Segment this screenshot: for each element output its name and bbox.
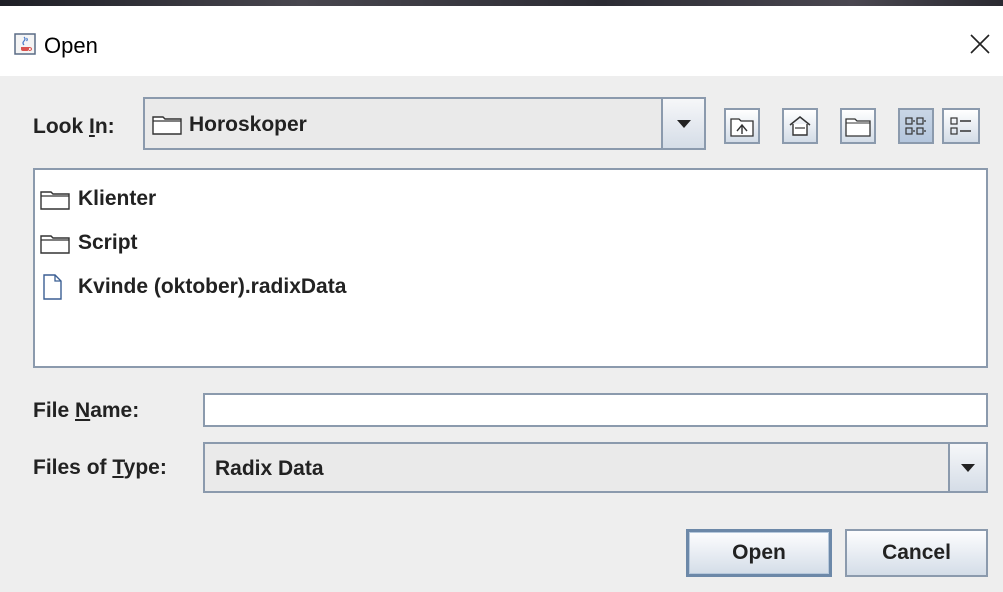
folder-up-icon — [730, 118, 754, 137]
list-view-button[interactable] — [898, 108, 934, 144]
file-list[interactable]: Klienter Script Kvinde (oktober).radixDa… — [33, 168, 988, 368]
look-in-label-post: n: — [94, 115, 115, 138]
list-item-label: Klienter — [78, 187, 157, 210]
details-view-button[interactable] — [942, 108, 980, 144]
look-in-label-pre: Look — [33, 115, 89, 138]
home-icon — [789, 116, 811, 136]
look-in-combo[interactable]: Horoskoper — [143, 97, 706, 150]
file-name-label-post: ame: — [90, 399, 140, 422]
home-button[interactable] — [782, 108, 818, 144]
close-button[interactable] — [962, 26, 998, 62]
open-button[interactable]: Open — [686, 529, 832, 577]
details-view-icon — [950, 117, 971, 135]
file-type-value: Radix Data — [215, 457, 324, 480]
file-name-input[interactable] — [203, 393, 988, 427]
title-bar[interactable]: Open — [0, 6, 1003, 76]
close-icon — [970, 34, 990, 54]
look-in-label: Look In: — [33, 115, 115, 139]
java-app-icon — [14, 33, 36, 55]
list-item-file-kvinde[interactable]: Kvinde (oktober).radixData — [40, 271, 346, 303]
list-item-folder-klienter[interactable]: Klienter — [40, 183, 156, 215]
look-in-value: Horoskoper — [189, 113, 307, 136]
file-type-mnemonic: T — [112, 456, 124, 479]
up-one-level-button[interactable] — [724, 108, 760, 144]
cancel-button[interactable]: Cancel — [845, 529, 988, 577]
chevron-down-icon — [961, 463, 975, 472]
folder-icon — [40, 191, 70, 210]
list-item-label: Kvinde (oktober).radixData — [78, 275, 347, 298]
file-type-combo[interactable]: Radix Data — [203, 442, 988, 493]
chevron-down-icon — [676, 119, 691, 128]
list-item-label: Script — [78, 231, 138, 254]
open-dialog: Open Look In: Horoskoper Klienter Script… — [0, 0, 1003, 592]
folder-icon — [40, 235, 70, 254]
file-name-label-pre: File — [33, 399, 76, 422]
file-type-dropdown-button[interactable] — [948, 444, 986, 491]
new-folder-button[interactable] — [840, 108, 876, 144]
new-folder-icon — [845, 118, 871, 137]
file-name-mnemonic: N — [75, 399, 91, 422]
file-type-label: Files of Type: — [33, 456, 167, 480]
folder-icon — [152, 116, 182, 135]
list-item-folder-script[interactable]: Script — [40, 227, 138, 259]
list-view-icon — [905, 117, 926, 135]
look-in-dropdown-button[interactable] — [661, 99, 704, 148]
file-icon — [43, 274, 62, 300]
file-name-label: File Name: — [33, 399, 139, 423]
file-type-label-pre: Files of — [33, 456, 113, 479]
file-type-label-post: ype: — [123, 456, 167, 479]
window-title: Open — [44, 33, 98, 58]
